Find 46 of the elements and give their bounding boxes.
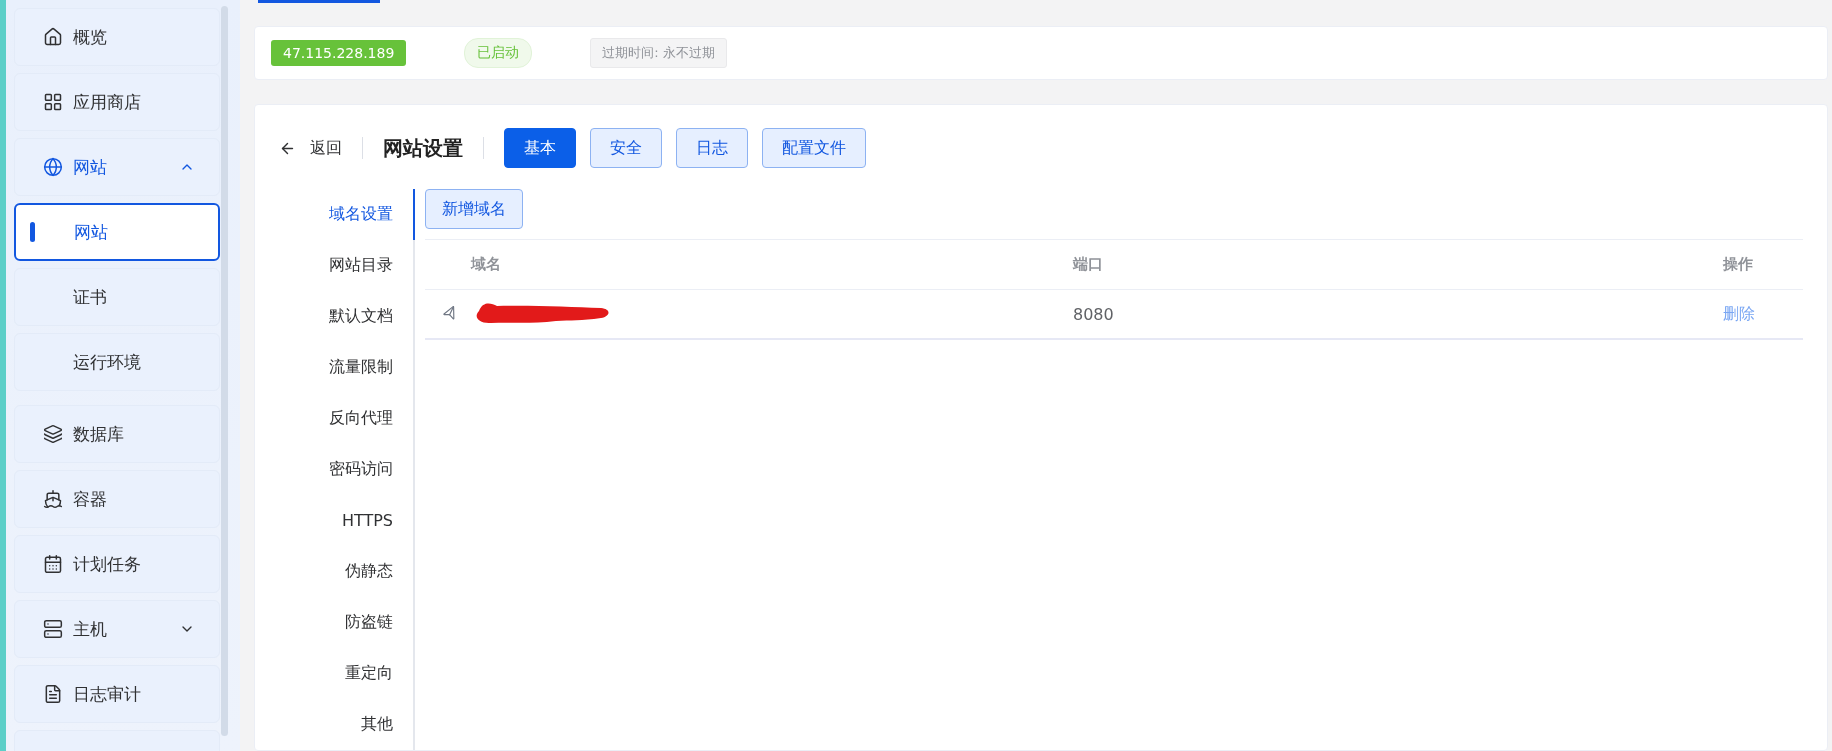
tab[interactable]: 基本 xyxy=(504,128,576,168)
settings-menu-item[interactable]: 流量限制 xyxy=(281,342,415,393)
settings-menu-item[interactable]: HTTPS xyxy=(281,495,415,546)
tab[interactable]: 日志 xyxy=(676,128,748,168)
active-indicator xyxy=(30,222,35,242)
settings-menu-item[interactable]: 默认文档 xyxy=(281,291,415,342)
house-icon xyxy=(43,27,63,47)
settings-menu-item[interactable]: 伪静态 xyxy=(281,546,415,597)
settings-menu-item[interactable]: 网站目录 xyxy=(281,240,415,291)
column-header: 端口 xyxy=(1073,255,1104,274)
server-icon xyxy=(43,619,63,639)
sidebar-item[interactable]: 计划任务 xyxy=(14,535,220,593)
layers-icon xyxy=(43,424,63,444)
expiry-tag: 过期时间: 永不过期 xyxy=(590,37,727,68)
settings-menu-item[interactable]: 反向代理 xyxy=(281,393,415,444)
back-button[interactable]: 返回 xyxy=(279,137,342,159)
sidebar-item[interactable]: 数据库 xyxy=(14,405,220,463)
settings-menu-item[interactable]: 防盗链 xyxy=(281,597,415,648)
sidebar-item[interactable]: 应用商店 xyxy=(14,73,220,131)
globe-icon xyxy=(43,157,63,177)
tab[interactable]: 配置文件 xyxy=(762,128,866,168)
tab[interactable]: 安全 xyxy=(590,128,662,168)
calendar-icon xyxy=(43,554,63,574)
sidebar-item[interactable]: 网站 xyxy=(14,138,220,196)
sidebar-item[interactable]: 日志审计 xyxy=(14,665,220,723)
sidebar-item[interactable]: 概览 xyxy=(14,8,220,66)
settings-menu-item[interactable]: 密码访问 xyxy=(281,444,415,495)
sidebar-subitem[interactable]: 证书 xyxy=(14,268,220,326)
status-tag: 已启动 xyxy=(464,37,533,68)
scrollbar[interactable] xyxy=(221,6,228,736)
list-icon xyxy=(43,684,63,704)
add-domain-button[interactable]: 新增域名 xyxy=(425,189,523,229)
ship-icon xyxy=(43,489,63,509)
sidebar-item[interactable]: 容器 xyxy=(14,470,220,528)
ip-tag: 47.115.228.189 xyxy=(271,39,407,66)
page-title: 网站设置 xyxy=(383,134,463,162)
table-cell-text: 8080 xyxy=(1073,304,1115,324)
sidebar-item[interactable]: 主机 xyxy=(14,600,220,658)
grid-icon xyxy=(43,92,63,112)
settings-menu-item[interactable]: 重定向 xyxy=(281,648,415,699)
settings-menu-item[interactable]: 其他 xyxy=(281,699,415,750)
sidebar-subitem[interactable]: 运行环境 xyxy=(14,333,220,391)
column-header: 域名 xyxy=(471,255,502,274)
column-header: 操作 xyxy=(1723,255,1754,274)
settings-menu-item[interactable]: 域名设置 xyxy=(281,189,415,240)
sidebar-subitem[interactable]: 网站 xyxy=(14,203,220,261)
